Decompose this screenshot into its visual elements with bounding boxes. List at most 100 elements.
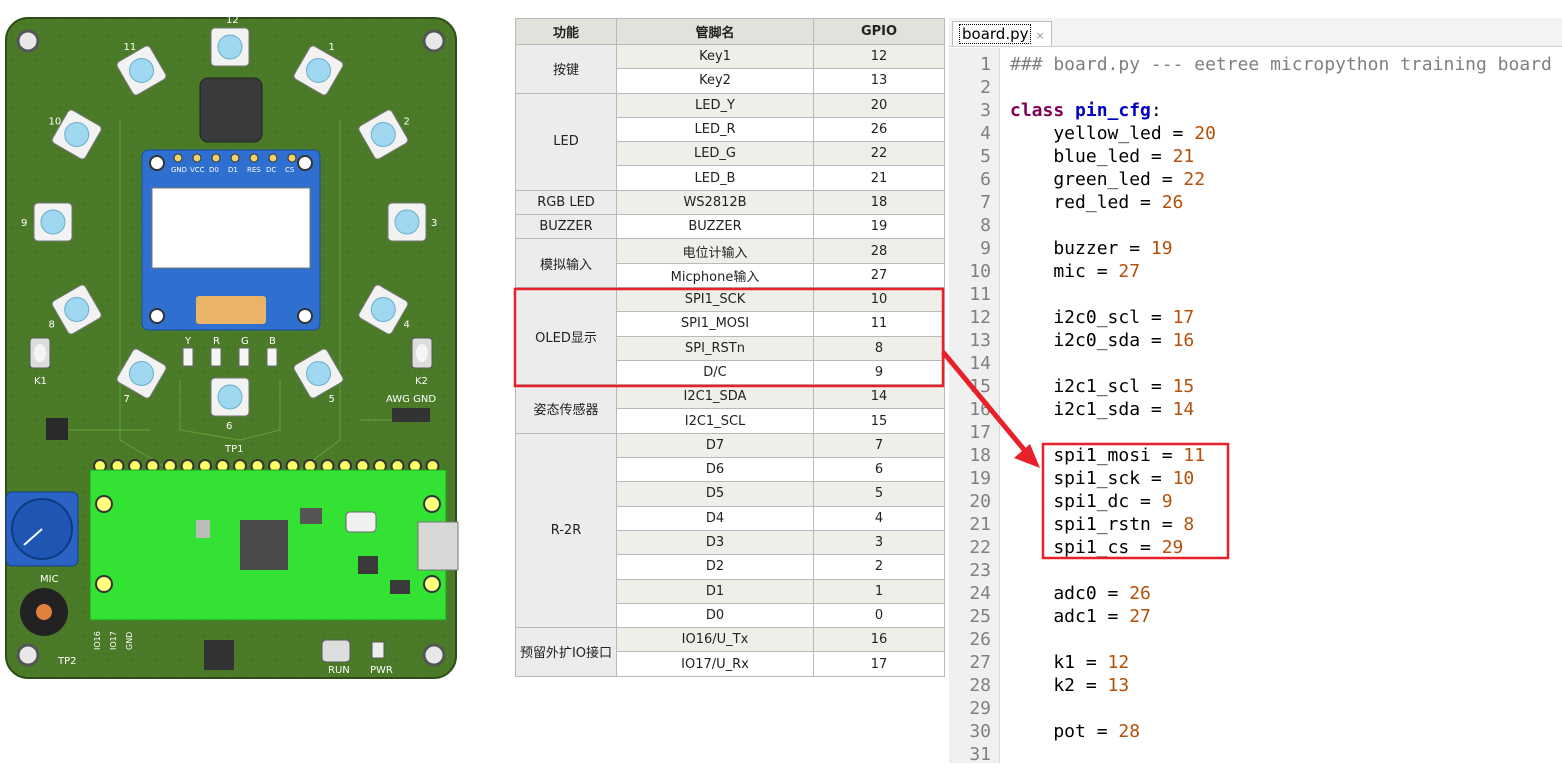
line-number: 25 <box>969 606 991 627</box>
led-number-label: 4 <box>404 320 410 331</box>
led-number-label: 8 <box>48 320 54 331</box>
line-number: 6 <box>980 169 991 190</box>
line-number: 1 <box>980 54 991 75</box>
code-line: adc1 = 27 <box>1010 606 1151 627</box>
pin-mapping-table: 功能 管脚名 GPIO 按键 Key1 12 Key2 13 LED LED_Y 20 LED_… <box>515 18 945 677</box>
pin-name-cell: WS2812B <box>616 189 814 216</box>
pin-name-cell: D4 <box>616 505 814 531</box>
line-number: 15 <box>969 376 991 397</box>
pin-name-cell: IO16/U_Tx <box>616 627 814 653</box>
gpio-cell: 19 <box>813 214 945 240</box>
pico-pin-label: IO17 <box>109 631 118 650</box>
pin-name-cell: LED_R <box>616 116 814 143</box>
function-cell: R-2R <box>515 432 617 629</box>
function-cell: 预留外扩IO接口 <box>515 627 617 677</box>
oled-pin-label: CS <box>285 166 295 174</box>
tab-board-py[interactable]: board.py × <box>952 21 1052 46</box>
gpio-cell: 28 <box>813 238 945 264</box>
code-line: ### board.py --- eetree micropython trai… <box>1010 54 1552 75</box>
code-line: spi1_sck = 10 <box>1010 468 1195 489</box>
buzzer-component <box>199 77 263 143</box>
led-number-label: 1 <box>329 42 335 53</box>
table-row: R-2R D7 7 <box>515 432 945 629</box>
line-number: 24 <box>969 583 991 604</box>
table-row: 姿态传感器 I2C1_SDA 14 <box>515 384 945 434</box>
pico-pin-labels: IO16 IO17 GND <box>93 631 134 650</box>
led-number-label: 3 <box>431 218 437 229</box>
line-number: 18 <box>969 445 991 466</box>
line-number: 3 <box>980 100 991 121</box>
gpio-cell: 11 <box>813 311 945 337</box>
line-number: 22 <box>969 537 991 558</box>
tp2-label: TP2 <box>57 656 77 667</box>
code-line: i2c0_scl = 17 <box>1010 307 1195 328</box>
oled-pin-label: D1 <box>228 166 238 174</box>
line-number: 26 <box>969 629 991 650</box>
indicator-led <box>238 347 250 367</box>
oled-pin-pad <box>249 153 259 163</box>
gpio-cell: 14 <box>813 384 945 410</box>
potentiometer <box>5 491 79 567</box>
function-cell: BUZZER <box>515 214 617 240</box>
line-number: 9 <box>980 238 991 259</box>
line-number: 20 <box>969 491 991 512</box>
line-number: 21 <box>969 514 991 535</box>
line-number: 2 <box>980 77 991 98</box>
gpio-cell: 8 <box>813 335 945 361</box>
gpio-cell: 18 <box>813 189 945 216</box>
line-number: 19 <box>969 468 991 489</box>
led-row-label: B <box>269 336 276 347</box>
line-number: 11 <box>969 284 991 305</box>
gpio-cell: 5 <box>813 481 945 507</box>
pin-name-cell: I2C1_SDA <box>616 384 814 410</box>
close-icon[interactable]: × <box>1035 29 1044 42</box>
gpio-cell: 16 <box>813 627 945 653</box>
oled-pin-pad <box>192 153 202 163</box>
function-cell: OLED显示 <box>515 286 617 386</box>
led-number-label: 2 <box>404 117 410 128</box>
gpio-cell: 0 <box>813 602 945 629</box>
code-line: green_led = 22 <box>1010 169 1206 190</box>
pin-name-cell: LED_G <box>616 141 814 167</box>
k1-label: K1 <box>34 376 47 387</box>
function-cell: 按键 <box>515 44 617 94</box>
line-number: 4 <box>980 123 991 144</box>
code-line: spi1_cs = 29 <box>1010 537 1184 558</box>
line-number: 14 <box>969 353 991 374</box>
pin-name-cell: Key1 <box>616 43 814 70</box>
pin-name-cell: LED_Y <box>616 92 814 118</box>
pin-name-cell: D3 <box>616 529 814 556</box>
gpio-cell: 22 <box>813 141 945 167</box>
line-number: 30 <box>969 721 991 742</box>
gpio-cell: 9 <box>813 359 945 386</box>
oled-display: GND VCC D0 D1 RES DC CS <box>141 149 321 331</box>
code-line: red_led = 26 <box>1010 192 1184 213</box>
code-line: buzzer = 19 <box>1010 238 1173 259</box>
pin-name-cell: 电位计输入 <box>616 238 814 264</box>
gpio-cell: 15 <box>813 408 945 434</box>
led-number-label: 6 <box>226 421 232 432</box>
line-number: 7 <box>980 192 991 213</box>
line-number: 23 <box>969 560 991 581</box>
table-row: 按键 Key1 12 <box>515 43 945 94</box>
line-number: 28 <box>969 675 991 696</box>
code-line: k2 = 13 <box>1010 675 1130 696</box>
gpio-cell: 27 <box>813 262 945 288</box>
led-row-label: R <box>213 336 220 347</box>
pwr-label: PWR <box>370 665 393 676</box>
pin-name-cell: SPI1_MOSI <box>616 311 814 337</box>
header-gpio: GPIO <box>813 18 945 45</box>
table-row: 模拟输入 电位计输入 28 <box>515 238 945 288</box>
oled-pin-label: VCC <box>190 166 205 174</box>
indicator-led <box>182 347 194 367</box>
line-number: 8 <box>980 215 991 236</box>
pin-name-cell: D6 <box>616 457 814 483</box>
run-button <box>321 639 351 663</box>
code-line: spi1_mosi = 11 <box>1010 445 1206 466</box>
line-number: 13 <box>969 330 991 351</box>
code-line: i2c0_sda = 16 <box>1010 330 1195 351</box>
oled-pin-pad <box>268 153 278 163</box>
oled-pin-label: D0 <box>209 166 219 174</box>
line-number: 17 <box>969 422 991 443</box>
pin-name-cell: I2C1_SCL <box>616 408 814 434</box>
